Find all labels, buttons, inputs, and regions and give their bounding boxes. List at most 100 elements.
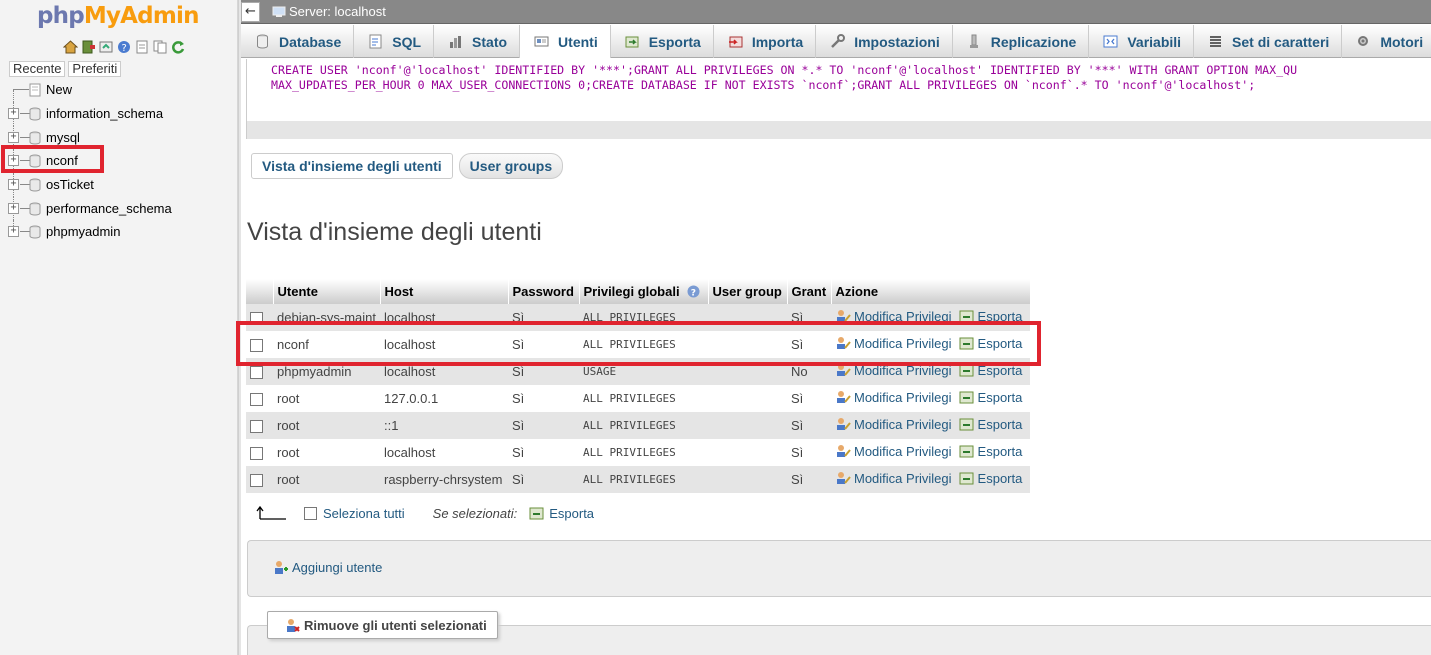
help-icon[interactable]: ? [687,285,700,298]
column-header-user-group[interactable]: User group [708,279,788,304]
home-icon[interactable] [62,39,78,55]
tree-label-osticket[interactable]: osTicket [46,177,94,192]
collapse-nav-button[interactable]: ← [241,1,260,22]
expand-icon[interactable]: + [8,131,19,143]
tab-variables[interactable]: Variabili [1089,25,1195,58]
tab-user-groups[interactable]: User groups [458,153,564,179]
remove-selected-users-legend[interactable]: Rimuove gli utenti selezionati [267,611,498,639]
tab-status[interactable]: Stato [434,25,521,58]
tab-sql[interactable]: SQL [354,25,435,58]
cell-user-group [708,385,787,412]
tab-import[interactable]: Importa [714,25,817,58]
import-icon [728,34,743,49]
status-icon [448,34,463,49]
query-window-icon[interactable] [98,39,114,55]
row-checkbox[interactable] [250,474,263,488]
copy-icon[interactable] [152,39,168,55]
tab-users-overview[interactable]: Vista d'insieme degli utenti [251,153,453,179]
export-link[interactable]: Esporta [959,390,1022,405]
edit-privileges-link[interactable]: Modifica Privilegi [835,444,952,459]
tab-label: Utenti [558,33,598,50]
nav-links: Recente Preferiti [9,61,122,77]
expand-icon[interactable]: + [8,108,19,120]
tree-item-performance-schema[interactable]: + performance_schema [0,196,236,221]
column-header-password[interactable]: Password [508,279,580,304]
tab-replication[interactable]: Replicazione [953,25,1090,58]
add-user-link[interactable]: Aggiungi utente [272,560,382,575]
add-user-icon [275,561,288,574]
row-checkbox[interactable] [250,366,263,380]
select-all-label[interactable]: Seleziona tutti [323,506,405,521]
edit-privileges-label: Modifica Privilegi [854,470,952,486]
tab-users[interactable]: Utenti [520,25,611,58]
select-all-checkbox[interactable] [304,506,317,520]
tab-engines[interactable]: Motori [1342,25,1431,58]
server-breadcrumb[interactable]: Server: localhost [272,4,386,19]
tree-item-new[interactable]: New [0,78,236,102]
logout-icon[interactable] [80,39,96,55]
sql-query-text: CREATE USER 'nconf'@'localhost' IDENTIFI… [247,59,1431,121]
edit-privileges-link[interactable]: Modifica Privilegi [835,471,952,486]
cell-user-group [708,466,787,493]
variables-icon [1103,34,1118,49]
edit-privileges-link[interactable]: Modifica Privilegi [835,417,952,432]
server-icon [272,6,286,17]
tree-label-mysql[interactable]: mysql [46,130,80,145]
tab-database[interactable]: Database [241,25,355,58]
remove-selected-label: Rimuove gli utenti selezionati [304,617,487,633]
export-link[interactable]: Esporta [959,444,1022,459]
row-checkbox[interactable] [250,393,263,407]
export-link[interactable]: Esporta [959,471,1022,486]
recent-button[interactable]: Recente [9,61,66,77]
edit-privileges-link[interactable]: Modifica Privilegi [835,390,952,405]
tab-label: Replicazione [990,33,1077,50]
svg-text:?: ? [121,43,126,54]
sql-line-1: CREATE USER 'nconf'@'localhost' IDENTIFI… [271,63,1298,77]
tree-item-information-schema[interactable]: + information_schema [0,101,236,126]
column-header-user[interactable]: Utente [273,279,381,304]
export-link[interactable]: Esporta [959,417,1022,432]
expand-icon[interactable]: + [8,202,19,214]
select-all-control[interactable]: Seleziona tutti [304,506,405,521]
tree-label-performance-schema[interactable]: performance_schema [46,201,172,216]
cell-host: raspberry-chrsystem [380,466,508,493]
phpmyadmin-logo[interactable]: phpMyAdmin [37,3,199,29]
column-header-host[interactable]: Host [380,279,509,304]
logo-myadmin: MyAdmin [83,3,200,29]
cell-user: root [273,412,380,439]
expand-icon[interactable]: + [8,179,19,191]
export-icon [959,418,974,431]
tree-label-phpmyadmin[interactable]: phpmyadmin [46,224,120,239]
cell-user: root [273,439,380,466]
tree-item-phpmyadmin[interactable]: + phpmyadmin [0,220,236,244]
cell-host: 127.0.0.1 [380,385,508,412]
column-header-grant[interactable]: Grant [787,279,832,304]
column-header-global-privileges[interactable]: Privilegi globali ? [579,279,709,304]
cell-actions: Modifica Privilegi Esporta [831,412,1030,439]
edit-privileges-label: Modifica Privilegi [854,443,952,459]
tree-item-osticket[interactable]: + osTicket [0,172,236,197]
tab-label: Impostazioni [854,33,940,50]
navigation-panel: phpMyAdmin ? Recente Preferiti New + inf… [0,0,238,655]
reload-icon[interactable] [170,39,186,55]
tab-charset[interactable]: Set di caratteri [1194,25,1343,58]
main-tab-bar: Database SQL Stato Utenti Esporta Import… [241,25,1431,58]
favorites-button[interactable]: Preferiti [68,61,122,77]
tab-label: Stato [472,33,508,50]
checkbox-column-header [246,279,274,304]
expand-icon[interactable]: + [8,226,19,238]
bulk-export-button[interactable]: Esporta [529,506,594,521]
tab-settings[interactable]: Impostazioni [816,25,953,58]
row-checkbox[interactable] [250,420,263,434]
help-icon[interactable]: ? [116,39,132,55]
docs-icon[interactable] [134,39,150,55]
svg-text:?: ? [691,288,696,298]
tab-label: Esporta [648,33,701,50]
tree-label-information-schema[interactable]: information_schema [46,106,163,121]
row-checkbox[interactable] [250,447,263,461]
database-icon [29,225,41,239]
arrow-up-left-icon [256,505,286,520]
tree-label-new[interactable]: New [46,82,72,97]
tab-export[interactable]: Esporta [611,25,714,58]
cell-password: Sì [508,466,579,493]
